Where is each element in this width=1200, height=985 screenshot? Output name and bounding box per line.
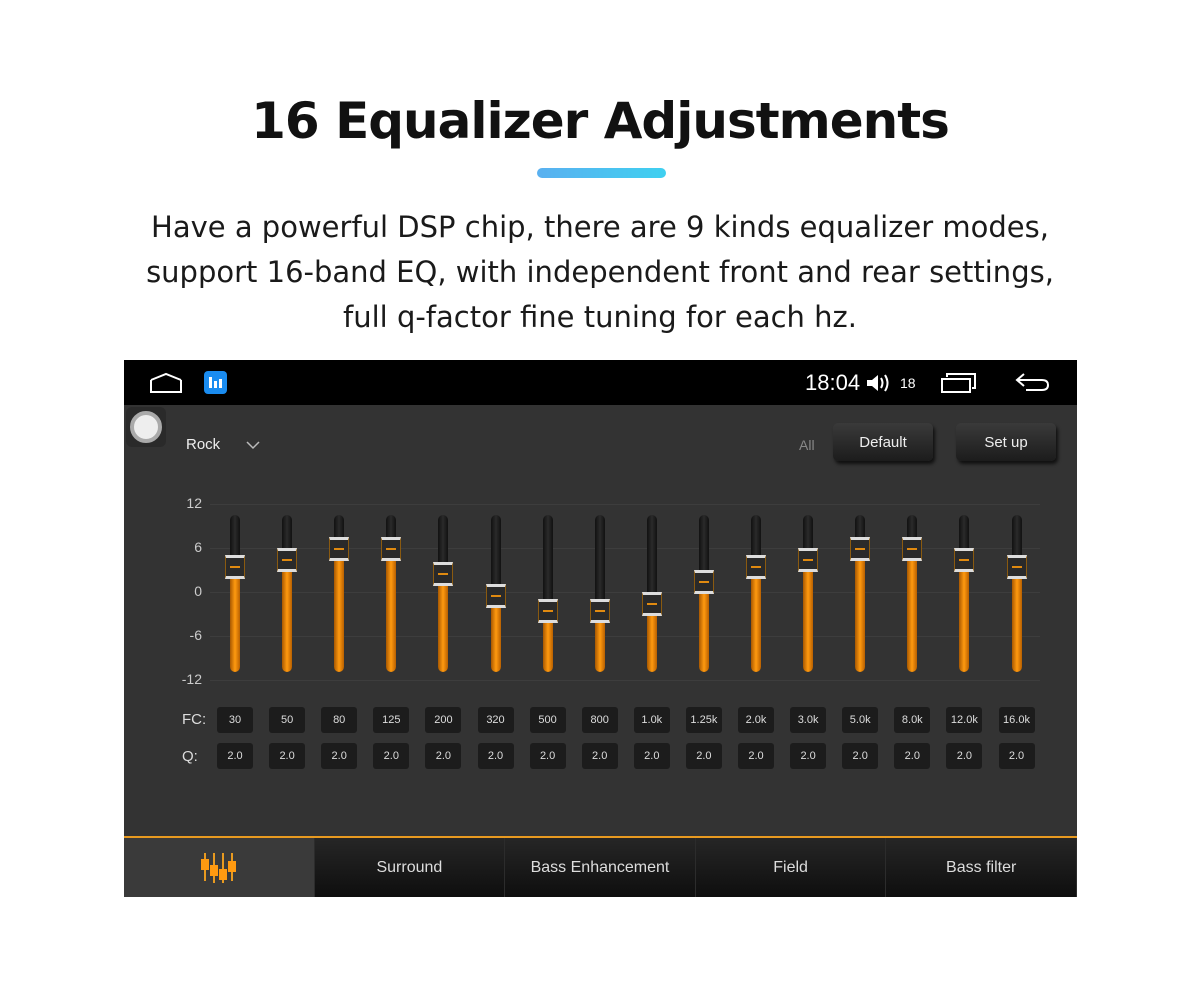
q-value[interactable]: 2.0 bbox=[477, 743, 514, 769]
default-button[interactable]: Default bbox=[833, 423, 933, 461]
fc-value[interactable]: 80 bbox=[321, 707, 358, 733]
fc-value[interactable]: 5.0k bbox=[842, 707, 879, 733]
q-value[interactable]: 2.0 bbox=[321, 743, 358, 769]
slider-handle[interactable] bbox=[329, 536, 350, 561]
fc-value[interactable]: 500 bbox=[529, 707, 566, 733]
fc-value[interactable]: 16.0k bbox=[998, 707, 1035, 733]
slider-handle[interactable] bbox=[693, 569, 714, 594]
tab-bass-enhancement[interactable]: Bass Enhancement bbox=[505, 838, 696, 897]
slider-handle[interactable] bbox=[433, 562, 454, 587]
q-value[interactable]: 2.0 bbox=[633, 743, 670, 769]
slider-handle[interactable] bbox=[381, 536, 402, 561]
fc-value[interactable]: 200 bbox=[425, 707, 462, 733]
fc-value[interactable]: 12.0k bbox=[946, 707, 983, 733]
head-unit-screen: 18:04 18 Rock All Default Set up 12 6 0 -6 -… bbox=[124, 360, 1077, 897]
slider-fill bbox=[490, 599, 501, 672]
slider-handle[interactable] bbox=[902, 536, 923, 561]
description: Have a powerful DSP chip, there are 9 ki… bbox=[0, 205, 1200, 340]
slider-handle[interactable] bbox=[225, 555, 245, 580]
y-tick-label: -12 bbox=[181, 670, 202, 687]
fc-label: FC: bbox=[182, 711, 207, 728]
fc-value[interactable]: 1.0k bbox=[633, 707, 670, 733]
slider-handle[interactable] bbox=[589, 598, 610, 623]
fc-value[interactable]: 3.0k bbox=[790, 707, 827, 733]
description-line: support 16-band EQ, with independent fro… bbox=[146, 255, 1054, 289]
slider-handle[interactable] bbox=[277, 547, 298, 572]
slider-fill bbox=[646, 606, 657, 672]
description-line: full q-factor fine tuning for each hz. bbox=[343, 300, 857, 334]
tab-field[interactable]: Field bbox=[695, 838, 887, 897]
slider-fill bbox=[230, 570, 240, 672]
slider-fill bbox=[334, 551, 345, 672]
y-tick-label: 0 bbox=[194, 583, 202, 599]
slider-fill bbox=[386, 551, 397, 672]
slider-fill bbox=[698, 584, 709, 672]
q-value[interactable]: 2.0 bbox=[842, 743, 879, 769]
floating-assist-button[interactable] bbox=[126, 407, 166, 447]
fc-value[interactable]: 125 bbox=[373, 707, 410, 733]
q-value[interactable]: 2.0 bbox=[269, 743, 306, 769]
home-icon[interactable] bbox=[150, 372, 182, 394]
slider-handle[interactable] bbox=[746, 555, 766, 580]
fc-value[interactable]: 50 bbox=[269, 707, 306, 733]
slider-handle[interactable] bbox=[850, 536, 871, 561]
gridline bbox=[210, 679, 1040, 681]
q-value[interactable]: 2.0 bbox=[373, 743, 410, 769]
tab-equalizer[interactable] bbox=[124, 838, 315, 897]
slider-handle[interactable] bbox=[537, 598, 558, 623]
q-value[interactable]: 2.0 bbox=[581, 743, 618, 769]
recent-apps-icon[interactable] bbox=[940, 372, 978, 394]
back-icon[interactable] bbox=[1014, 370, 1052, 394]
slider-handle[interactable] bbox=[954, 547, 975, 572]
slider-fill bbox=[282, 562, 293, 672]
slider-handle[interactable] bbox=[641, 591, 662, 616]
q-value[interactable]: 2.0 bbox=[998, 743, 1035, 769]
slider-fill bbox=[855, 551, 866, 672]
q-value[interactable]: 2.0 bbox=[217, 743, 253, 769]
slider-fill bbox=[803, 562, 814, 672]
fc-value[interactable]: 800 bbox=[581, 707, 618, 733]
y-tick-label: 6 bbox=[194, 539, 202, 556]
tab-bass-filter[interactable]: Bass filter bbox=[886, 838, 1077, 897]
preset-select[interactable]: Rock bbox=[186, 436, 220, 453]
fc-value[interactable]: 320 bbox=[477, 707, 514, 733]
fc-value[interactable]: 8.0k bbox=[894, 707, 931, 733]
q-value[interactable]: 2.0 bbox=[894, 743, 931, 769]
slider-handle[interactable] bbox=[798, 547, 819, 572]
description-line: Have a powerful DSP chip, there are 9 ki… bbox=[151, 210, 1049, 244]
q-value[interactable]: 2.0 bbox=[685, 743, 722, 769]
clock: 18:04 bbox=[805, 370, 861, 395]
tab-surround[interactable]: Surround bbox=[314, 838, 506, 897]
all-label[interactable]: All bbox=[799, 437, 815, 453]
fc-value[interactable]: 2.0k bbox=[738, 707, 774, 733]
volume-icon[interactable] bbox=[866, 372, 892, 394]
slider-fill bbox=[438, 577, 449, 672]
setup-button[interactable]: Set up bbox=[956, 423, 1056, 461]
title-underline bbox=[537, 168, 666, 178]
slider-handle[interactable] bbox=[1006, 555, 1027, 580]
bottom-tabs: Surround Bass Enhancement Field Bass fil… bbox=[124, 836, 1077, 897]
slider-handle[interactable] bbox=[485, 584, 506, 609]
q-value[interactable]: 2.0 bbox=[738, 743, 774, 769]
eq-app-icon[interactable] bbox=[204, 371, 227, 394]
y-tick-label: -6 bbox=[189, 626, 202, 643]
slider-fill bbox=[959, 562, 970, 672]
fc-value[interactable]: 30 bbox=[217, 707, 253, 733]
page-title: 16 Equalizer Adjustments bbox=[251, 92, 950, 150]
q-value[interactable]: 2.0 bbox=[425, 743, 462, 769]
q-value[interactable]: 2.0 bbox=[946, 743, 983, 769]
status-bar: 18:04 18 bbox=[124, 360, 1077, 405]
gridline bbox=[210, 504, 1040, 506]
slider-fill bbox=[907, 551, 918, 672]
equalizer-icon bbox=[200, 852, 236, 883]
q-value[interactable]: 2.0 bbox=[529, 743, 566, 769]
fc-value[interactable]: 1.25k bbox=[685, 707, 722, 733]
slider-fill bbox=[751, 570, 761, 672]
chevron-down-icon[interactable] bbox=[246, 440, 260, 450]
y-tick-label: 12 bbox=[186, 495, 202, 512]
volume-level: 18 bbox=[900, 375, 916, 391]
q-label: Q: bbox=[182, 748, 198, 765]
slider-fill bbox=[1011, 570, 1022, 672]
q-value[interactable]: 2.0 bbox=[790, 743, 827, 769]
